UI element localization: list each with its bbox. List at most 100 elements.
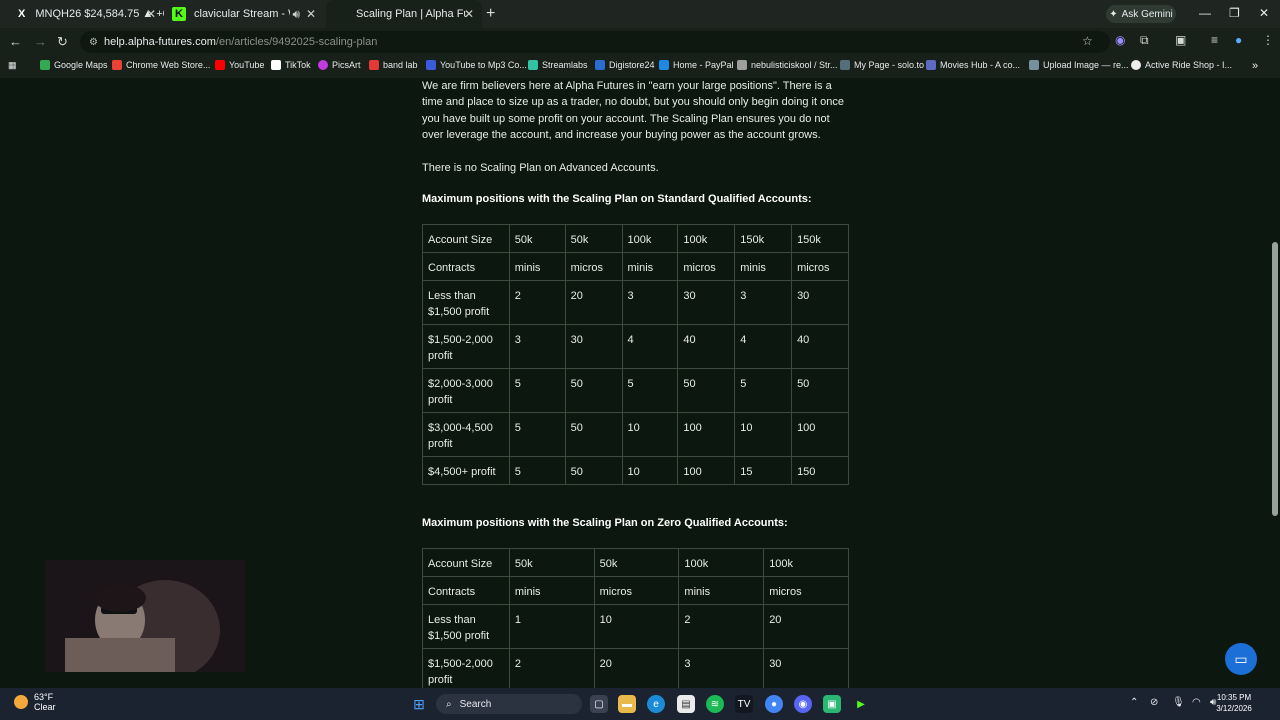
sidepanel-icon[interactable]: ▣ <box>1175 33 1186 47</box>
row-label-cell: $1,500-2,000 profit <box>422 648 510 693</box>
table-cell: micros <box>564 252 623 281</box>
tab-kick-stream[interactable]: K clavicular Stream - Watch Li 🔊︎ ✕ <box>164 0 324 28</box>
address-bar[interactable]: ⚙ help.alpha-futures.com/en/articles/949… <box>80 31 1110 53</box>
restore-button[interactable]: ❐ <box>1229 6 1240 20</box>
chat-launcher-button[interactable]: ▭ <box>1225 643 1257 675</box>
table-row: Contracts minis micros minis micros minis micr… <box>422 252 849 281</box>
table-cell: 10 <box>621 412 679 457</box>
tab-title: clavicular Stream - Watch Li <box>194 8 290 20</box>
bookmark-nebulisticiskool[interactable]: nebulisticiskool / Str... <box>737 60 838 70</box>
bookmark-solo-to[interactable]: My Page - solo.to <box>840 60 924 70</box>
row-label-cell: Less than $1,500 profit <box>422 604 510 649</box>
streamlabs-icon <box>528 60 538 70</box>
table-cell: 5 <box>508 456 566 485</box>
close-icon[interactable]: ✕ <box>464 7 474 21</box>
new-tab-button[interactable]: + <box>486 5 495 23</box>
wifi-icon[interactable]: ◠ <box>1192 697 1201 708</box>
weather-desc: Clear <box>34 702 56 712</box>
tradingview-taskbar-icon[interactable]: TV <box>735 695 753 713</box>
reload-icon[interactable]: ↻ <box>57 34 68 50</box>
bookmark-band-lab[interactable]: band lab <box>369 60 418 70</box>
search-icon: ⌕ <box>446 698 452 710</box>
media-icon[interactable]: ≡ <box>1211 33 1218 47</box>
webcam-overlay <box>45 560 245 672</box>
bookmark-chrome-web-store[interactable]: Chrome Web Store... <box>112 60 210 70</box>
bookmark-picsart[interactable]: PicsArt <box>318 60 361 70</box>
app-icon[interactable]: ▣ <box>823 695 841 713</box>
close-icon[interactable]: ✕ <box>146 7 156 21</box>
system-clock[interactable]: 10:35 PM 3/12/2026 <box>1204 692 1264 714</box>
discord-icon[interactable]: ◉ <box>794 695 812 713</box>
table-cell: 2 <box>508 280 566 325</box>
tray-network-muted-icon[interactable]: ⊘ <box>1150 697 1158 708</box>
bookmark-active-ride-shop[interactable]: Active Ride Shop - I... <box>1131 60 1232 70</box>
digistore-icon <box>595 60 605 70</box>
bookmark-paypal[interactable]: Home - PayPal <box>659 60 734 70</box>
table-cell: 50 <box>564 368 623 413</box>
windows-start-icon[interactable]: ⊞ <box>410 695 428 713</box>
chrome-icon[interactable]: ● <box>765 695 783 713</box>
search-label: Search <box>459 698 492 710</box>
table-cell: 50k <box>508 224 566 253</box>
webcam-feed <box>45 560 245 672</box>
site-info-icon[interactable]: ⚙ <box>89 37 98 48</box>
standard-heading: Maximum positions with the Scaling Plan … <box>422 193 812 205</box>
table-cell: minis <box>621 252 679 281</box>
movies-icon <box>926 60 936 70</box>
weather-widget[interactable]: 63°F Clear <box>14 692 56 712</box>
bookmark-google-maps[interactable]: Google Maps <box>40 60 108 70</box>
close-window-button[interactable]: ✕ <box>1259 6 1269 20</box>
table-cell: 100k <box>763 548 849 577</box>
table-cell: 3 <box>734 280 793 325</box>
extension-icon[interactable]: ◉ <box>1115 33 1125 47</box>
ask-gemini-button[interactable]: ✦ Ask Gemini <box>1106 5 1176 23</box>
tab-scaling-plan[interactable]: Scaling Plan | Alpha Futures Lin ✕ <box>326 0 482 28</box>
bookmark-label: Movies Hub - A co... <box>940 60 1021 70</box>
extensions-puzzle-icon[interactable]: ⧉ <box>1140 33 1149 48</box>
table-cell: 10 <box>621 456 679 485</box>
table-cell: 3 <box>508 324 566 369</box>
profile-icon[interactable]: ● <box>1235 33 1242 47</box>
store-icon[interactable]: ▤ <box>677 695 695 713</box>
row-label-cell: Account Size <box>422 224 510 253</box>
bookmark-digistore24[interactable]: Digistore24 <box>595 60 655 70</box>
speaker-icon[interactable]: 🔊︎ <box>292 7 300 22</box>
menu-icon[interactable]: ⋮ <box>1262 33 1274 47</box>
bookmark-youtube-mp3[interactable]: YouTube to Mp3 Co... <box>426 60 527 70</box>
apps-icon[interactable]: ▦ <box>8 60 17 71</box>
close-icon[interactable]: ✕ <box>306 7 316 21</box>
more-bookmarks-icon[interactable]: » <box>1252 60 1258 72</box>
file-explorer-icon[interactable]: ▬ <box>618 695 636 713</box>
back-icon[interactable]: ← <box>9 34 22 49</box>
bookmark-movies-hub[interactable]: Movies Hub - A co... <box>926 60 1020 70</box>
scrollbar-thumb[interactable] <box>1272 242 1278 516</box>
table-cell: 5 <box>734 368 793 413</box>
bookmark-youtube[interactable]: YouTube <box>215 60 264 70</box>
forward-icon[interactable]: → <box>34 34 47 49</box>
bookmark-star-icon[interactable]: ☆ <box>1082 34 1093 48</box>
table-row: $4,500+ profit 5 50 10 100 15 150 <box>422 456 849 485</box>
zero-scaling-table: Account Size 50k 50k 100k 100k Contracts minis… <box>422 548 849 693</box>
task-view-icon[interactable]: ▢ <box>590 695 608 713</box>
table-cell: minis <box>508 576 595 605</box>
weather-sun-icon <box>14 695 28 709</box>
table-cell: 30 <box>564 324 623 369</box>
table-cell: 100k <box>678 548 765 577</box>
site-icon <box>737 60 747 70</box>
bookmark-upload-image[interactable]: Upload Image — re... <box>1029 60 1129 70</box>
edge-icon[interactable]: e <box>647 695 665 713</box>
kick-taskbar-icon[interactable]: ▶ <box>852 695 870 713</box>
tray-chevron-icon[interactable]: ⌃ <box>1130 697 1138 708</box>
table-cell: 30 <box>677 280 736 325</box>
tab-tradingview[interactable]: X MNQH26 $24,584.75 ▲ +0.10% ✕ <box>8 0 164 28</box>
bookmark-streamlabs[interactable]: Streamlabs <box>528 60 588 70</box>
url-path: /en/articles/9492025-scaling-plan <box>215 36 378 48</box>
bookmark-tiktok[interactable]: TikTok <box>271 60 311 70</box>
spotify-icon[interactable]: ≋ <box>706 695 724 713</box>
taskbar-search[interactable]: ⌕ Search <box>436 694 582 714</box>
microphone-icon[interactable]: 🎙︎ <box>1172 697 1185 708</box>
table-cell: 5 <box>621 368 679 413</box>
table-row: Account Size 50k 50k 100k 100k <box>422 548 849 577</box>
table-row: $3,000-4,500 profit 5 50 10 100 10 100 <box>422 412 849 457</box>
minimize-button[interactable]: — <box>1199 6 1211 20</box>
